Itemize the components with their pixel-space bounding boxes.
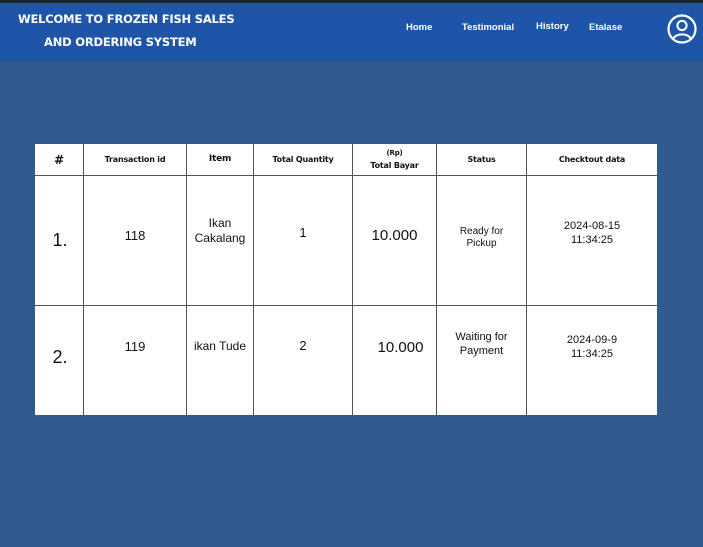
nav-history[interactable]: History	[536, 21, 569, 32]
nav-testimonial[interactable]: Testimonial	[462, 22, 514, 33]
app-title-line1: WELCOME TO FROZEN FISH SALES	[18, 12, 235, 26]
user-circle-icon[interactable]	[667, 14, 697, 44]
app-title-line2: AND ORDERING SYSTEM	[44, 35, 197, 49]
transaction-id-cell: 118	[124, 227, 146, 243]
column-header-transaction-id: Transaction id	[104, 155, 166, 164]
app-title: WELCOME TO FROZEN FISH SALES AND ORDERIN…	[0, 3, 235, 61]
column-header-number: #	[54, 152, 64, 167]
status-cell: Ready for Pickup	[459, 225, 504, 249]
checkout-date: 2024-08-15	[563, 220, 621, 233]
row-number: 2.	[52, 347, 68, 367]
checkout-time: 11:34:25	[570, 234, 613, 246]
nav-home[interactable]: Home	[406, 22, 432, 33]
column-header-checkout-date: Checktout data	[558, 155, 626, 164]
header-bar: WELCOME TO FROZEN FISH SALES AND ORDERIN…	[0, 3, 703, 61]
item-cell: ikan Tude	[193, 338, 247, 353]
total-bayar-label: Total Bayar	[370, 161, 419, 170]
row-number: 1.	[52, 230, 68, 250]
column-header-item: Item	[208, 153, 232, 164]
transaction-id-cell: 119	[124, 339, 146, 354]
column-header-total-quantity: Total Quantity	[272, 155, 334, 164]
column-header-total-bayar: (Rp) Total Bayar	[353, 144, 436, 175]
total-cell: 10.000	[371, 227, 418, 244]
quantity-cell: 2	[299, 338, 307, 353]
checkout-date-cell: 2024-09-9 11:34:25	[527, 306, 657, 390]
checkout-date: 2024-09-9	[566, 334, 618, 347]
item-cell: Ikan Cakalang	[194, 215, 246, 245]
checkout-date-cell: 2024-08-15 11:34:25	[527, 176, 657, 292]
quantity-cell: 1	[299, 225, 307, 240]
column-header-status: Status	[467, 155, 496, 164]
status-cell: Waiting for Payment	[455, 331, 508, 357]
checkout-time: 11:34:25	[570, 348, 613, 360]
currency-unit-label: (Rp)	[386, 149, 403, 157]
total-cell: 10.000	[377, 338, 424, 356]
nav-etalase[interactable]: Etalase	[589, 22, 622, 33]
transactions-table: # Transaction id Item Total Quantity (Rp…	[35, 144, 657, 415]
